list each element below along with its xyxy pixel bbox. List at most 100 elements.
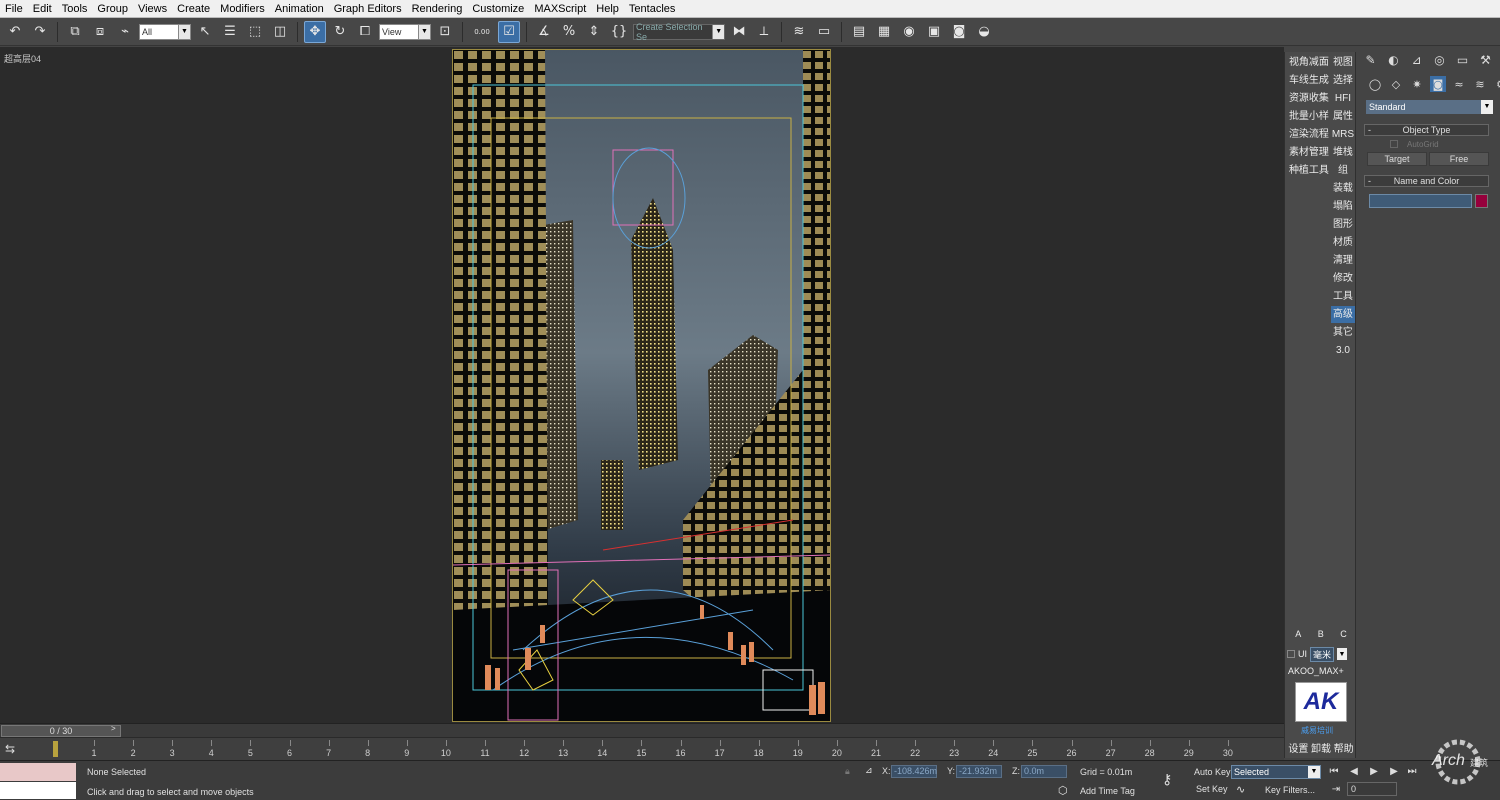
plugin-button[interactable]: 修改 [1331,270,1355,287]
curve-icon[interactable]: ∿ [1236,783,1245,796]
render-setup-icon[interactable]: ▣ [923,21,945,43]
layer-manager-icon[interactable]: ≋ [788,21,810,43]
plugin-button[interactable]: 材质 [1331,234,1355,251]
rendered-frame-window-icon[interactable]: ◙ [948,21,970,43]
go-to-end-icon[interactable]: ⏭ [1404,765,1420,779]
render-production-icon[interactable]: ◒ [973,21,995,43]
maxscript-input-mini[interactable] [0,782,76,799]
akoo-logo[interactable]: AK [1295,682,1347,722]
plugin-button[interactable]: 选择 [1331,72,1355,89]
settings-button[interactable]: 设置 [1288,740,1308,755]
menu-graph-editors[interactable]: Graph Editors [329,0,407,18]
plugin-button[interactable]: 渲染流程 [1287,126,1331,143]
hierarchy-tab-icon[interactable]: ⊿ [1408,51,1425,68]
modify-tab-icon[interactable]: ◐ [1385,51,1402,68]
current-frame-marker[interactable] [53,741,58,757]
select-by-name-icon[interactable]: ☰ [219,21,241,43]
shapes-icon[interactable]: ◇ [1388,76,1404,92]
bind-space-warp-icon[interactable]: ⌁ [114,21,136,43]
go-to-start-icon[interactable]: ⏮ [1326,765,1342,779]
menu-edit[interactable]: Edit [28,0,57,18]
help-button[interactable]: 帮助 [1334,740,1354,755]
uninstall-button[interactable]: 卸载 [1311,740,1331,755]
key-mode-toggle-icon[interactable]: ⇥ [1328,783,1344,797]
mirror-icon[interactable]: ⧓ [728,21,750,43]
tab-b[interactable]: B [1318,629,1324,639]
material-editor-icon[interactable]: ◉ [898,21,920,43]
plugin-button[interactable]: 其它 [1331,324,1355,341]
plugin-button[interactable]: 视图 [1331,54,1355,71]
cameras-icon[interactable]: ◙ [1430,76,1446,92]
helpers-icon[interactable]: ≈ [1451,76,1467,92]
reference-coordinate-dropdown[interactable]: View ▼ [379,23,431,40]
plugin-button[interactable]: 组 [1331,162,1355,179]
pivot-center-icon[interactable]: ⊡ [434,21,456,43]
space-warps-icon[interactable]: ≋ [1472,76,1488,92]
named-selection-dropdown[interactable]: Create Selection Se ▼ [633,22,725,42]
trackbar[interactable]: ⇆ 1 2 3 4 5 6 7 8 9 10 11 12 13 14 15 16 17 18 19 20 21 22 23 2… [0,737,1284,760]
plugin-button[interactable]: 图形 [1331,216,1355,233]
menu-animation[interactable]: Animation [270,0,329,18]
auto-key-button[interactable]: Auto Key [1194,767,1231,777]
snap-toggle-icon[interactable]: ☑ [498,20,520,43]
lights-icon[interactable]: ✷ [1409,76,1425,92]
plugin-button[interactable]: HFI [1331,90,1355,107]
object-name-field[interactable] [1369,194,1472,208]
plugin-button[interactable]: 素材管理 [1287,144,1331,161]
link-icon[interactable]: ⧉ [64,21,86,43]
ui-checkbox[interactable] [1287,650,1295,658]
menu-group[interactable]: Group [92,0,133,18]
current-frame-field[interactable]: 0 [1347,782,1397,796]
plugin-button-active[interactable]: 高级 [1330,306,1355,323]
set-keys-icon[interactable]: ⚷ [1162,771,1172,788]
maxscript-listener-mini[interactable] [0,763,76,781]
camera-viewport[interactable]: 超高层04 [0,47,1284,723]
plugin-button[interactable]: MRS [1331,126,1355,143]
next-frame-icon[interactable]: ▶ [1386,765,1402,779]
menu-maxscript[interactable]: MAXScript [529,0,591,18]
motion-tab-icon[interactable]: ◎ [1431,51,1448,68]
time-tag-icon[interactable]: ⬡ [1058,784,1068,797]
menu-modifiers[interactable]: Modifiers [215,0,270,18]
geometry-icon[interactable]: ◯ [1367,76,1383,92]
play-icon[interactable]: ▶ [1366,765,1382,779]
curve-editor-icon[interactable]: ▤ [848,21,870,43]
plugin-button[interactable]: 工具 [1331,288,1355,305]
plugin-button[interactable]: 堆栈 [1331,144,1355,161]
absolute-mode-icon[interactable]: ⊿ [865,765,873,776]
target-camera-button[interactable]: Target [1367,152,1427,166]
object-category-dropdown[interactable]: Standard ▼ [1366,100,1493,114]
systems-icon[interactable]: ⚙ [1493,76,1500,92]
select-and-scale-icon[interactable]: ⧠ [354,21,376,43]
window-crossing-icon[interactable]: ◫ [269,21,291,43]
menu-views[interactable]: Views [133,0,172,18]
graphite-ribbon-icon[interactable]: ▭ [813,21,835,43]
menu-file[interactable]: File [0,0,28,18]
y-coordinate-field[interactable]: -21.932m [956,765,1002,778]
lock-icon[interactable]: 🔒︎ [845,766,850,777]
create-tab-icon[interactable]: ✎ [1362,51,1379,68]
time-slider-thumb[interactable]: 0 / 30 [1,725,121,737]
previous-frame-icon[interactable]: ◀ [1346,765,1362,779]
name-and-color-rollout[interactable]: - Name and Color [1364,175,1489,187]
tab-c[interactable]: C [1340,629,1347,639]
object-type-rollout[interactable]: - Object Type [1364,124,1489,136]
plugin-button[interactable]: 资源收集 [1287,90,1331,107]
key-mode-dropdown[interactable]: Selected ▼ [1231,765,1321,779]
key-filter-icon[interactable]: ⇆ [5,742,15,756]
snap-value-icon[interactable]: 0.00 [469,21,495,43]
plugin-button[interactable]: 3.0 [1331,342,1355,359]
angle-snap-icon[interactable]: ∡ [533,21,555,43]
plugin-button[interactable]: 属性 [1331,108,1355,125]
menu-tools[interactable]: Tools [57,0,93,18]
edit-named-selection-icon[interactable]: {} [608,21,630,43]
plugin-button[interactable]: 清理 [1331,252,1355,269]
plugin-button[interactable]: 批量小样 [1287,108,1331,125]
add-time-tag-button[interactable]: Add Time Tag [1080,786,1135,796]
plugin-button[interactable]: 车线生成 [1287,72,1331,89]
menu-create[interactable]: Create [172,0,215,18]
chevron-down-icon[interactable]: ▼ [1337,648,1348,660]
select-and-rotate-icon[interactable]: ↻ [329,21,351,43]
percent-snap-icon[interactable]: % [558,21,580,43]
plugin-button[interactable]: 装载 [1331,180,1355,197]
